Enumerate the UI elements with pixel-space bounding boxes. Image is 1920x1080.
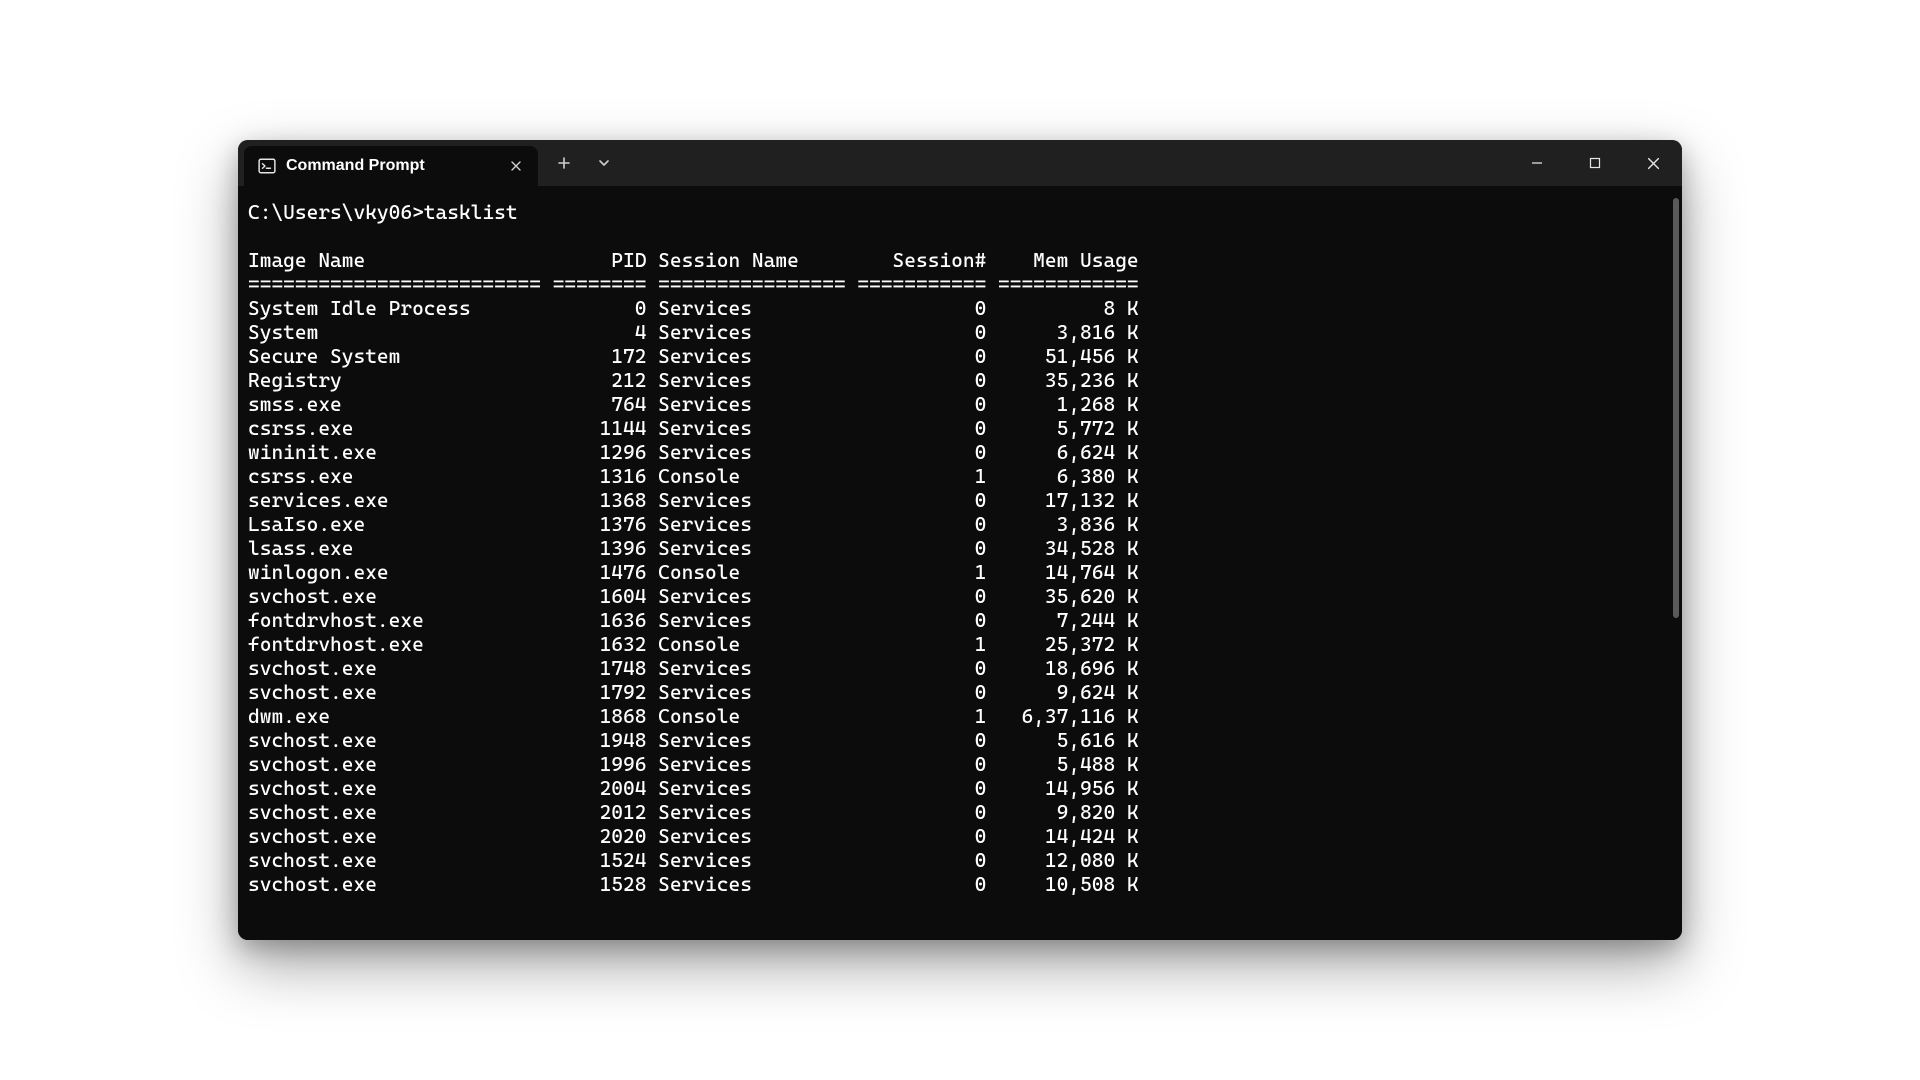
table-row: wininit.exe 1296 Services 0 6,624 K (248, 440, 1672, 464)
table-row: svchost.exe 1748 Services 0 18,696 K (248, 656, 1672, 680)
tab-title: Command Prompt (286, 157, 494, 175)
table-row: winlogon.exe 1476 Console 1 14,764 K (248, 560, 1672, 584)
table-row: System 4 Services 0 3,816 K (248, 320, 1672, 344)
titlebar-drag-region[interactable] (622, 140, 1508, 186)
column-header: Image Name PID Session Name Session# Mem… (248, 248, 1672, 272)
table-row: svchost.exe 2020 Services 0 14,424 K (248, 824, 1672, 848)
close-button[interactable] (1624, 140, 1682, 186)
titlebar[interactable]: Command Prompt (238, 140, 1682, 186)
table-row: csrss.exe 1316 Console 1 6,380 K (248, 464, 1672, 488)
table-row: Registry 212 Services 0 35,236 K (248, 368, 1672, 392)
table-row: csrss.exe 1144 Services 0 5,772 K (248, 416, 1672, 440)
prompt-line: C:\Users\vky06>tasklist (248, 200, 1672, 224)
window-controls (1508, 140, 1682, 186)
table-row: svchost.exe 1604 Services 0 35,620 K (248, 584, 1672, 608)
tab-close-button[interactable] (504, 154, 528, 178)
table-row: fontdrvhost.exe 1632 Console 1 25,372 K (248, 632, 1672, 656)
table-row: Secure System 172 Services 0 51,456 K (248, 344, 1672, 368)
table-row: svchost.exe 1948 Services 0 5,616 K (248, 728, 1672, 752)
table-row: lsass.exe 1396 Services 0 34,528 K (248, 536, 1672, 560)
table-row: dwm.exe 1868 Console 1 6,37,116 K (248, 704, 1672, 728)
table-row: services.exe 1368 Services 0 17,132 K (248, 488, 1672, 512)
terminal-window: Command Prompt C:\Users\vk (238, 140, 1682, 940)
table-row: svchost.exe 1792 Services 0 9,624 K (248, 680, 1672, 704)
table-row: svchost.exe 1996 Services 0 5,488 K (248, 752, 1672, 776)
terminal-line (248, 224, 1672, 248)
terminal-output[interactable]: C:\Users\vky06>tasklist Image Name PID Se… (238, 186, 1682, 940)
tab-command-prompt[interactable]: Command Prompt (244, 146, 538, 186)
table-row: svchost.exe 1528 Services 0 10,508 K (248, 872, 1672, 896)
table-row: svchost.exe 1524 Services 0 12,080 K (248, 848, 1672, 872)
maximize-button[interactable] (1566, 140, 1624, 186)
tabbar-actions (538, 140, 622, 186)
minimize-button[interactable] (1508, 140, 1566, 186)
table-row: System Idle Process 0 Services 0 8 K (248, 296, 1672, 320)
table-row: svchost.exe 2012 Services 0 9,820 K (248, 800, 1672, 824)
table-row: fontdrvhost.exe 1636 Services 0 7,244 K (248, 608, 1672, 632)
table-row: svchost.exe 2004 Services 0 14,956 K (248, 776, 1672, 800)
table-row: LsaIso.exe 1376 Services 0 3,836 K (248, 512, 1672, 536)
table-row: smss.exe 764 Services 0 1,268 K (248, 392, 1672, 416)
new-tab-button[interactable] (546, 145, 582, 181)
column-separator: ========================= ======== =====… (248, 272, 1672, 296)
terminal-icon (258, 157, 276, 175)
tab-dropdown-button[interactable] (586, 145, 622, 181)
scrollbar-thumb[interactable] (1673, 198, 1679, 618)
